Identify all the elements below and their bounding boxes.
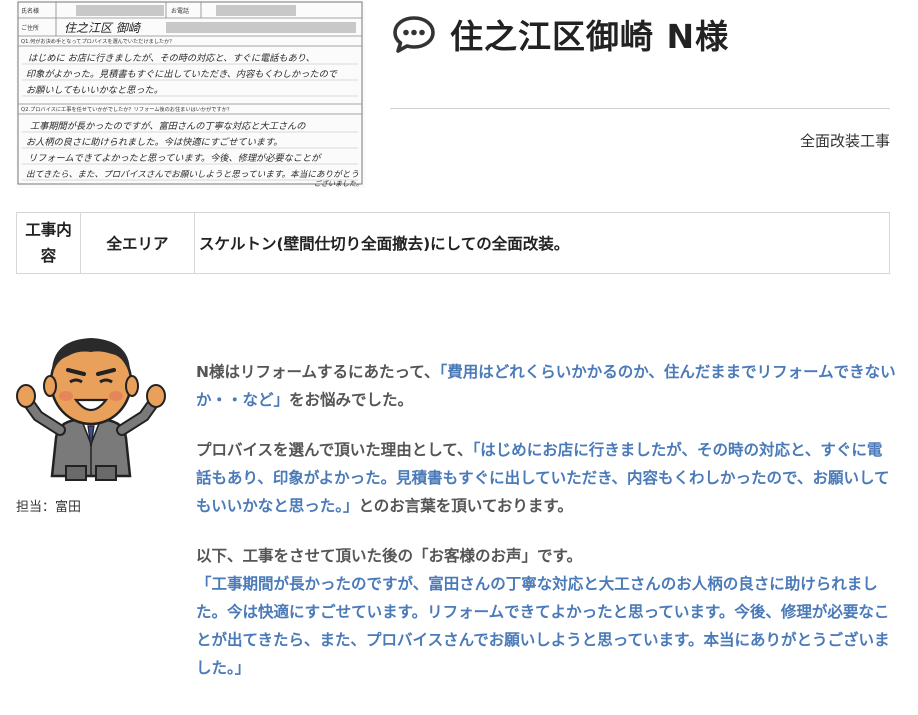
voice-intro: 以下、工事をさせて頂いた後の「お客様のお声」です。 (196, 547, 582, 565)
scan-phone-label: お電話 (171, 7, 189, 15)
reason-text: プロバイスを選んで頂いた理由として、 (196, 441, 473, 459)
work-description: スケルトン(壁間仕切り全面撤去)にしての全面改装。 (199, 235, 570, 253)
scan-question-1: Q1.何がお決め手となってプロバイスを選んでいただけましたか？ (21, 37, 174, 45)
customer-voice-quote: 「工事期間が長かったのですが、富田さんの丁寧な対応と大工さんのお人柄の良さに助け… (196, 575, 890, 677)
page-title-row: 住之江区御崎 N様 (392, 10, 729, 58)
speech-bubble-icon (393, 16, 435, 53)
staff-illustration (16, 326, 166, 482)
scan-answer-2-line: ございました。 (314, 179, 363, 188)
title-divider (390, 108, 890, 109)
intro-paragraph: N様はリフォームするにあたって、「費用はどれくらいかかるのか、住んだままでリフォ… (196, 358, 896, 414)
work-category: 全面改装工事 (799, 132, 890, 150)
scan-answer-1-line: はじめに お店に行きましたが、その時の対応と、すぐに電話もあり、 (28, 53, 315, 64)
scan-answer-2-line: 工事期間が長かったのですが、富田さんの丁寧な対応と大工さんの (30, 121, 306, 132)
scan-address-label: ご住所 (21, 24, 39, 32)
reason-paragraph: プロバイスを選んで頂いた理由として、「はじめにお店に行きましたが、その時の対応と… (196, 436, 896, 520)
scan-question-2: Q2.プロバイスに工事を任せていかがでしたか？リフォーム後のお住まいはいかがです… (21, 105, 232, 113)
reason-text-end: とのお言葉を頂いております。 (358, 497, 573, 515)
scan-answer-1-line: お願いしてもいいかなと思った。 (26, 85, 163, 96)
scan-answer-2-line: リフォームできてよかったと思っています。今後、修理が必要なことが (28, 153, 322, 164)
scan-address-handwriting: 住之江区 御崎 (64, 21, 142, 35)
work-content-table: 工事内容 全エリア スケルトン(壁間仕切り全面撤去)にしての全面改装。 (16, 212, 890, 274)
work-content-label: 工事内容 (17, 213, 81, 273)
intro-text-end: をお悩みでした。 (289, 391, 414, 409)
voice-paragraph: 以下、工事をさせて頂いた後の「お客様のお声」です。「工事期間が長かったのですが、… (196, 542, 896, 682)
questionnaire-scan-image: 氏名様 お電話 ご住所 住之江区 御崎 Q1.何がお決め手となってプロバイスを選… (16, 0, 366, 188)
questionnaire-scan-drawing: 氏名様 お電話 ご住所 住之江区 御崎 Q1.何がお決め手となってプロバイスを選… (16, 0, 366, 188)
work-area: 全エリア (81, 213, 195, 273)
scan-answer-2-line: お人柄の良さに助けられました。今は快適にすごせています。 (26, 137, 282, 148)
intro-text: N様はリフォームするにあたって、 (196, 363, 440, 381)
testimonial-body: N様はリフォームするにあたって、「費用はどれくらいかかるのか、住んだままでリフォ… (196, 358, 896, 704)
page-title: 住之江区御崎 N様 (450, 17, 730, 56)
scan-name-label: 氏名様 (21, 7, 39, 15)
scan-answer-1-line: 印象がよかった。見積書もすぐに出していただき、内容もくわしかったので (26, 69, 338, 80)
staff-label: 担当：富田 (16, 500, 82, 515)
scan-answer-2-line: 出てきたら、また、プロバイスさんでお願いしようと思っています。本当にありがとう (26, 169, 359, 180)
